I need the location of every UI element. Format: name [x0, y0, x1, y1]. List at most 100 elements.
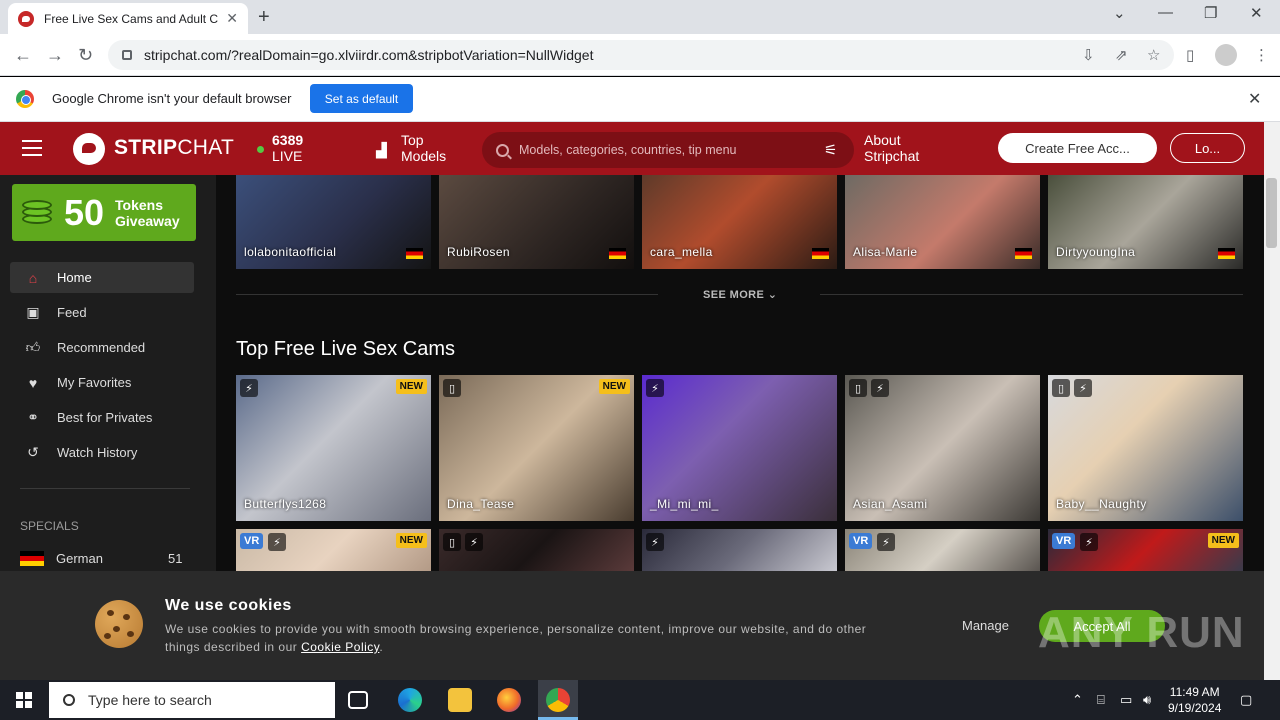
model-name: Dina_Tease	[447, 497, 515, 511]
tab-title: Free Live Sex Cams and Adult Chat	[44, 11, 219, 26]
hamburger-menu-icon[interactable]	[22, 140, 42, 156]
browser-tab[interactable]: Free Live Sex Cams and Adult Chat ✕	[8, 3, 248, 34]
interactive-toy-icon: ⚡	[646, 379, 664, 397]
see-more-button[interactable]: SEE MORE ⌄	[703, 288, 777, 301]
model-card[interactable]: ⚡ _Mi_mi_mi_	[642, 375, 837, 521]
model-card[interactable]: ▯ ⚡ Asian_Asami	[845, 375, 1040, 521]
search-input[interactable]	[519, 143, 809, 157]
model-card[interactable]: Alisa-Marie	[845, 175, 1040, 269]
create-account-button[interactable]: Create Free Acc...	[998, 133, 1157, 163]
model-card[interactable]: VR ⚡	[845, 529, 1040, 571]
scrollbar-thumb[interactable]	[1266, 178, 1277, 248]
model-card[interactable]: RubiRosen	[439, 175, 634, 269]
windows-start-icon[interactable]	[16, 692, 32, 708]
edge-icon[interactable]	[398, 688, 422, 712]
manage-cookies-button[interactable]: Manage	[962, 618, 1009, 633]
model-card[interactable]: lolabonitaofficial	[236, 175, 431, 269]
sidebar-item-home[interactable]: ⌂ Home	[10, 262, 194, 293]
task-view-icon[interactable]	[348, 691, 368, 709]
firefox-icon[interactable]	[497, 688, 521, 712]
menu-kebab-icon[interactable]: ⋮	[1254, 46, 1269, 64]
model-card[interactable]: ▯ ⚡	[439, 529, 634, 571]
live-count: 6389	[272, 132, 304, 148]
notifications-icon[interactable]: ▢	[1240, 692, 1252, 708]
sidebar-item-feed[interactable]: ▣ Feed	[10, 297, 194, 328]
set-default-button[interactable]: Set as default	[310, 84, 413, 113]
vr-badge: VR	[240, 533, 264, 549]
stripchat-logo-icon[interactable]	[73, 133, 105, 165]
tab-search-icon[interactable]: ⌄	[1113, 4, 1126, 22]
bookmark-star-icon[interactable]: ☆	[1147, 46, 1160, 64]
sidebar-item-recommended[interactable]: 👍︎ Recommended	[10, 332, 194, 363]
about-stripchat-link[interactable]: About Stripchat	[864, 132, 919, 164]
interactive-toy-icon: ⚡	[1074, 379, 1092, 397]
reload-icon[interactable]: ↻	[78, 45, 93, 66]
live-indicator-icon	[257, 146, 264, 153]
cookie-title: We use cookies	[165, 597, 292, 614]
infobar-message: Google Chrome isn't your default browser	[52, 91, 292, 106]
cookie-body: We use cookies to provide you with smoot…	[165, 622, 867, 654]
sidebar-item-favorites[interactable]: ♥ My Favorites	[10, 367, 194, 398]
network-icon[interactable]: ⌸	[1097, 692, 1105, 708]
side-panel-icon[interactable]: ▯	[1186, 46, 1194, 64]
volume-icon[interactable]: 🔊︎	[1143, 692, 1151, 708]
german-flag-icon	[20, 551, 44, 566]
new-badge: NEW	[395, 533, 427, 548]
privates-icon: ⚭	[27, 409, 39, 425]
coins-icon	[22, 198, 56, 226]
top-models-icon[interactable]: ▟	[376, 142, 387, 159]
history-icon: ↺	[27, 444, 39, 460]
login-button[interactable]: Lo...	[1170, 133, 1245, 163]
see-more-divider	[820, 294, 1243, 295]
back-icon[interactable]: ←	[14, 45, 32, 66]
profile-avatar-icon[interactable]	[1215, 44, 1237, 66]
giveaway-line1: Tokens	[115, 197, 163, 213]
specials-german-count: 51	[168, 551, 183, 566]
model-card[interactable]: ⚡ NEW Butterflys1268	[236, 375, 431, 521]
lock-icon	[122, 50, 132, 60]
close-tab-icon[interactable]: ✕	[226, 10, 238, 27]
model-card[interactable]: VR ⚡ NEW	[236, 529, 431, 571]
sidebar-item-best-for-privates[interactable]: ⚭ Best for Privates	[10, 402, 194, 433]
top-models-link[interactable]: Top Models	[401, 132, 446, 164]
model-card[interactable]: cara_mella	[642, 175, 837, 269]
url-text: stripchat.com/?realDomain=go.xlviirdr.co…	[144, 47, 594, 63]
specials-german-link[interactable]: German	[56, 551, 103, 566]
model-card[interactable]: ▯ ⚡ Baby__Naughty	[1048, 375, 1243, 521]
clock-date: 9/19/2024	[1168, 701, 1222, 715]
model-card[interactable]: VR ⚡ NEW	[1048, 529, 1243, 571]
giveaway-number: 50	[64, 192, 105, 233]
model-name: RubiRosen	[447, 245, 510, 259]
mobile-icon: ▯	[849, 379, 867, 397]
search-filter-icon[interactable]: ⚟	[824, 141, 837, 159]
site-logo[interactable]: STRIPCHAT	[114, 136, 234, 160]
sidebar-item-watch-history[interactable]: ↺ Watch History	[10, 437, 194, 468]
restore-icon[interactable]: ❐	[1204, 4, 1217, 22]
interactive-toy-icon: ⚡	[1080, 533, 1098, 551]
model-card[interactable]: ⚡	[642, 529, 837, 571]
site-search[interactable]	[482, 132, 854, 168]
new-tab-icon[interactable]: +	[258, 6, 270, 29]
address-bar[interactable]: stripchat.com/?realDomain=go.xlviirdr.co…	[108, 40, 1174, 70]
sidebar-item-label: Feed	[57, 305, 87, 320]
interactive-toy-icon: ⚡	[240, 379, 258, 397]
model-card[interactable]: DirtyyoungIna	[1048, 175, 1243, 269]
file-explorer-icon[interactable]	[448, 688, 472, 712]
taskbar-clock[interactable]: 11:49 AM 9/19/2024	[1168, 684, 1221, 716]
search-icon	[63, 694, 75, 706]
forward-icon[interactable]: →	[46, 45, 64, 66]
top-models-line2: Models	[401, 148, 447, 164]
monitor-icon[interactable]: ▭	[1120, 692, 1132, 708]
model-card[interactable]: ▯ NEW Dina_Tease	[439, 375, 634, 521]
close-window-icon[interactable]: ✕	[1250, 4, 1263, 22]
tray-chevron-icon[interactable]: ⌃	[1072, 692, 1083, 708]
minimize-icon[interactable]: —	[1158, 4, 1173, 21]
install-icon[interactable]: ⇩	[1082, 46, 1095, 64]
chrome-icon[interactable]	[546, 688, 570, 712]
taskbar-search[interactable]: Type here to search	[49, 682, 335, 718]
cookie-policy-link[interactable]: Cookie Policy	[301, 640, 379, 654]
german-flag-icon	[406, 248, 423, 259]
share-icon[interactable]: ⇗	[1115, 46, 1128, 64]
anyrun-watermark: ANY RUN	[1038, 608, 1245, 657]
infobar-close-icon[interactable]: ✕	[1248, 89, 1261, 109]
